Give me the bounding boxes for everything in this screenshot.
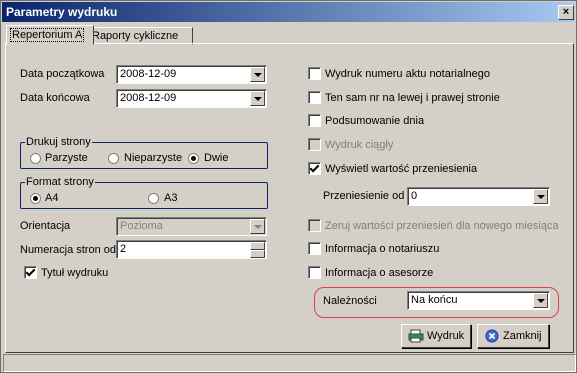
radio-odd-label: Nieparzyste (124, 152, 183, 164)
checkbox-reset-transfers-label: Zeruj wartości przeniesień dla nowego mi… (325, 220, 559, 232)
print-button-label: Wydruk (427, 330, 465, 342)
close-button[interactable]: Zamknij (477, 324, 549, 348)
checkbox-act-number-label: Wydruk numeru aktu notarialnego (325, 68, 490, 80)
print-pages-title: Drukuj strony (25, 136, 92, 148)
checkbox-assessor-info[interactable] (308, 266, 321, 279)
chevron-down-icon[interactable] (533, 293, 548, 308)
checkbox-reset-transfers[interactable] (308, 219, 321, 232)
radio-a3-label: A3 (164, 192, 178, 204)
print-button[interactable]: Wydruk (401, 324, 471, 348)
page-format-title: Format strony (25, 176, 95, 188)
radio-a4-label: A4 (45, 192, 59, 204)
page-numbering-label: Numeracja stron od (20, 244, 116, 256)
close-icon (485, 329, 499, 343)
chevron-down-icon[interactable] (250, 67, 265, 82)
date-from-picker[interactable]: 2008-12-09 (116, 65, 267, 84)
checkbox-act-number[interactable] (308, 67, 321, 80)
date-to-picker[interactable]: 2008-12-09 (116, 89, 267, 108)
window-title: Parametry wydruku (6, 5, 118, 19)
date-to-label: Data końcowa (20, 92, 90, 104)
date-from-label: Data początkowa (20, 68, 105, 80)
chevron-down-icon[interactable] (250, 91, 265, 106)
close-button-label: Zamknij (503, 330, 542, 342)
checkbox-notary-info-label: Informacja o notariuszu (325, 243, 440, 255)
spin-up-icon[interactable] (250, 242, 265, 250)
fees-label: Należności (323, 295, 377, 307)
dialog-window: Parametry wydruku × Repertorium A Raport… (0, 0, 577, 373)
radio-a4[interactable] (30, 193, 41, 204)
print-title-checkbox[interactable] (24, 266, 37, 279)
transfer-from-label: Przeniesienie od (323, 190, 405, 202)
checkbox-show-transfer[interactable] (308, 162, 321, 175)
checkbox-day-summary[interactable] (308, 114, 321, 127)
transfer-from-select[interactable]: 0 (407, 187, 550, 206)
printer-icon (408, 329, 424, 343)
chevron-down-icon[interactable] (250, 219, 265, 234)
orientation-label: Orientacja (20, 220, 71, 232)
checkbox-same-number[interactable] (308, 91, 321, 104)
checkbox-continuous-print[interactable] (308, 138, 321, 151)
checkbox-continuous-print-label: Wydruk ciągły (325, 139, 394, 151)
radio-a3[interactable] (148, 193, 159, 204)
spin-down-icon[interactable] (250, 250, 265, 258)
tab-repertorium-a[interactable]: Repertorium A (6, 25, 94, 45)
radio-both-pages[interactable] (188, 153, 199, 164)
print-title-label: Tytuł wydruku (41, 267, 109, 279)
fees-select[interactable]: Na końcu (407, 291, 550, 310)
orientation-select[interactable]: Pozioma (116, 217, 267, 236)
radio-both-label: Dwie (204, 152, 229, 164)
checkbox-notary-info[interactable] (308, 242, 321, 255)
close-window-button[interactable]: × (558, 5, 574, 20)
radio-even-pages[interactable] (30, 153, 41, 164)
page-numbering-spinner[interactable]: 2 (116, 240, 267, 259)
radio-odd-pages[interactable] (108, 153, 119, 164)
status-bar (3, 354, 576, 372)
chevron-down-icon[interactable] (533, 189, 548, 204)
checkbox-assessor-info-label: Informacja o asesorze (325, 267, 434, 279)
checkbox-show-transfer-label: Wyświetl wartość przeniesienia (325, 163, 478, 175)
checkbox-same-number-label: Ten sam nr na lewej i prawej stronie (325, 92, 500, 104)
radio-even-label: Parzyste (45, 152, 88, 164)
checkbox-day-summary-label: Podsumowanie dnia (325, 115, 425, 127)
title-bar[interactable]: Parametry wydruku × (2, 2, 575, 22)
